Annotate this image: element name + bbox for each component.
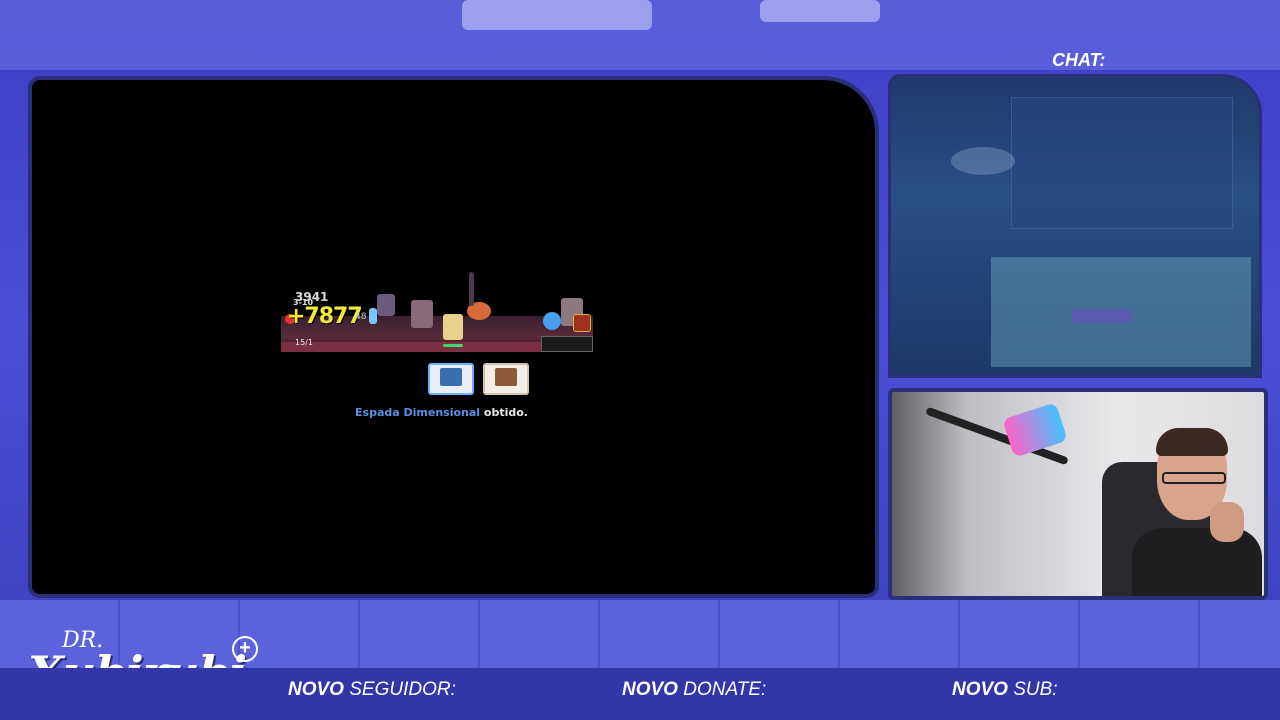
new-sub-alert: NOVO SUB:	[952, 679, 1058, 701]
item-obtained-message: Espada Dimensional obtido.	[32, 406, 875, 419]
chest-icon	[495, 368, 517, 386]
stool-decor	[1071, 309, 1133, 323]
webcam-feed	[888, 388, 1268, 600]
crystal-sprite	[369, 308, 377, 324]
dimension-box-icon	[440, 368, 462, 386]
battle-floor	[281, 342, 541, 352]
new-follower-alert: NOVO SEGUIDOR:	[288, 679, 456, 701]
enemy-sprite	[377, 294, 395, 316]
alert-bold: NOVO	[622, 679, 678, 700]
new-donate-alert: NOVO DONATE:	[622, 679, 766, 701]
reward-item-chest[interactable]	[483, 363, 529, 395]
streamer-glasses	[1162, 472, 1226, 484]
streamer-body	[1132, 528, 1262, 596]
room-window-decor	[1011, 97, 1233, 229]
hero-sprite	[443, 314, 463, 340]
background-ceiling-light	[760, 0, 880, 22]
alert-text: DONATE:	[677, 679, 767, 700]
background-ceiling-light	[462, 0, 652, 30]
alert-bold: NOVO	[288, 679, 344, 700]
boss-hp-box	[541, 336, 593, 352]
upgrade-icon[interactable]	[573, 314, 591, 332]
alert-text: SEGUIDOR:	[343, 679, 456, 700]
streamer	[1132, 428, 1262, 596]
obtained-item-name: Espada Dimensional	[355, 406, 481, 419]
alert-text: SUB:	[1007, 679, 1058, 700]
hit-number: 48	[355, 312, 367, 322]
obtained-suffix: obtido.	[480, 406, 528, 419]
microphone	[1002, 402, 1068, 458]
damage-number-main: +7877	[287, 304, 363, 329]
alert-bold: NOVO	[952, 679, 1008, 700]
statue-sprite	[411, 300, 433, 328]
surgical-lamp-decor	[951, 147, 1015, 175]
chat-panel	[888, 74, 1262, 378]
streamer-hair	[1156, 428, 1228, 456]
game-battle-strip: 3941 3-10 +7877 48 15/1	[281, 272, 593, 352]
orb-sprite	[543, 312, 561, 330]
game-capture-frame: 3941 3-10 +7877 48 15/1 Espada Dimension…	[28, 76, 879, 598]
wave-counter: 15/1	[295, 338, 313, 347]
plus-badge-icon: +	[232, 636, 258, 662]
reward-item-dimension-box[interactable]	[428, 363, 474, 395]
hero-hp-bar	[443, 344, 463, 347]
spire-sprite	[469, 272, 474, 306]
chat-title: CHAT:	[1052, 50, 1106, 70]
streamer-hand	[1210, 502, 1244, 542]
